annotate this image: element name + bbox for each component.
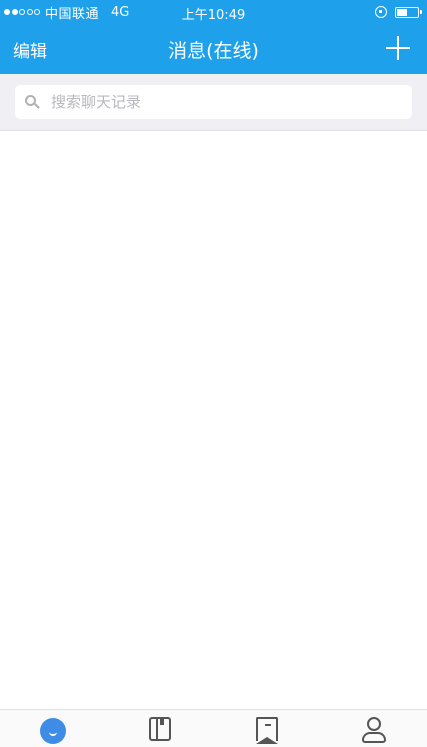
status-time: 上午10:49 <box>181 8 246 23</box>
nav-bar: 编辑 消息(在线) <box>0 24 427 74</box>
app-screen: 中国联通 4G 上午10:49 编辑 消息(在线) <box>0 0 427 747</box>
search-input[interactable] <box>49 92 393 112</box>
bookmark-icon <box>255 717 278 744</box>
plus-icon[interactable] <box>386 36 410 60</box>
page-title: 消息(在线) <box>168 40 259 62</box>
tab-favorites[interactable] <box>214 710 321 747</box>
message-icon <box>40 718 67 744</box>
tab-profile[interactable] <box>320 710 427 747</box>
search-icon <box>25 95 40 109</box>
battery-icon <box>395 6 422 18</box>
status-bar: 中国联通 4G 上午10:49 <box>0 0 427 24</box>
tab-bar <box>0 709 427 747</box>
person-icon <box>361 717 386 743</box>
message-list <box>0 131 427 709</box>
status-right <box>375 4 422 20</box>
battery-level-fill <box>397 8 407 16</box>
tab-contacts[interactable] <box>107 710 214 747</box>
search-box[interactable] <box>15 85 412 119</box>
book-icon <box>149 717 172 741</box>
tab-messages[interactable] <box>0 710 107 747</box>
search-bar-container <box>0 74 427 131</box>
rotation-lock-icon <box>375 6 387 18</box>
